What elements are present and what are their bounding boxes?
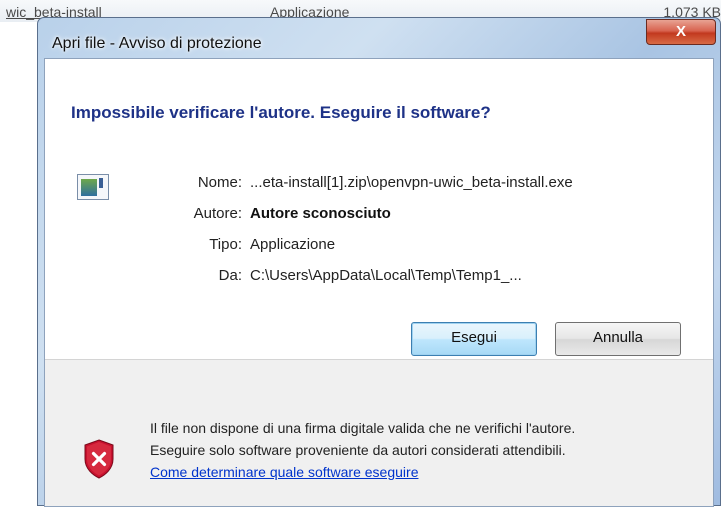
- dialog-heading: Impossibile verificare l'autore. Eseguir…: [71, 103, 491, 122]
- help-link[interactable]: Come determinare quale software eseguire: [150, 464, 418, 480]
- close-icon: X: [675, 23, 686, 40]
- application-file-icon: [77, 174, 109, 200]
- close-button[interactable]: X: [646, 19, 716, 45]
- warning-line-2: Eseguire solo software proveniente da au…: [150, 442, 566, 458]
- publisher-label: Autore:: [193, 205, 242, 222]
- type-label: Tipo:: [209, 236, 242, 253]
- cancel-button[interactable]: Annulla: [555, 322, 681, 356]
- dialog-client-area: Impossibile verificare l'autore. Eseguir…: [44, 58, 714, 507]
- security-warning-dialog: Apri file - Avviso di protezione X Impos…: [37, 17, 721, 507]
- shield-error-icon: [84, 439, 114, 479]
- warning-line-1: Il file non dispone di una firma digital…: [150, 420, 576, 436]
- name-value: ...eta-install[1].zip\openvpn-uwic_beta-…: [250, 174, 573, 191]
- window-title: Apri file - Avviso di protezione: [52, 35, 262, 52]
- publisher-value: Autore sconosciuto: [250, 205, 391, 222]
- type-value: Applicazione: [250, 236, 336, 253]
- name-label: Nome:: [197, 174, 242, 191]
- run-button[interactable]: Esegui: [411, 322, 537, 356]
- from-value: C:\Users\AppData\Local\Temp\Temp1_...: [250, 267, 522, 284]
- from-label: Da:: [218, 267, 242, 284]
- dialog-main-panel: Impossibile verificare l'autore. Eseguir…: [45, 59, 713, 360]
